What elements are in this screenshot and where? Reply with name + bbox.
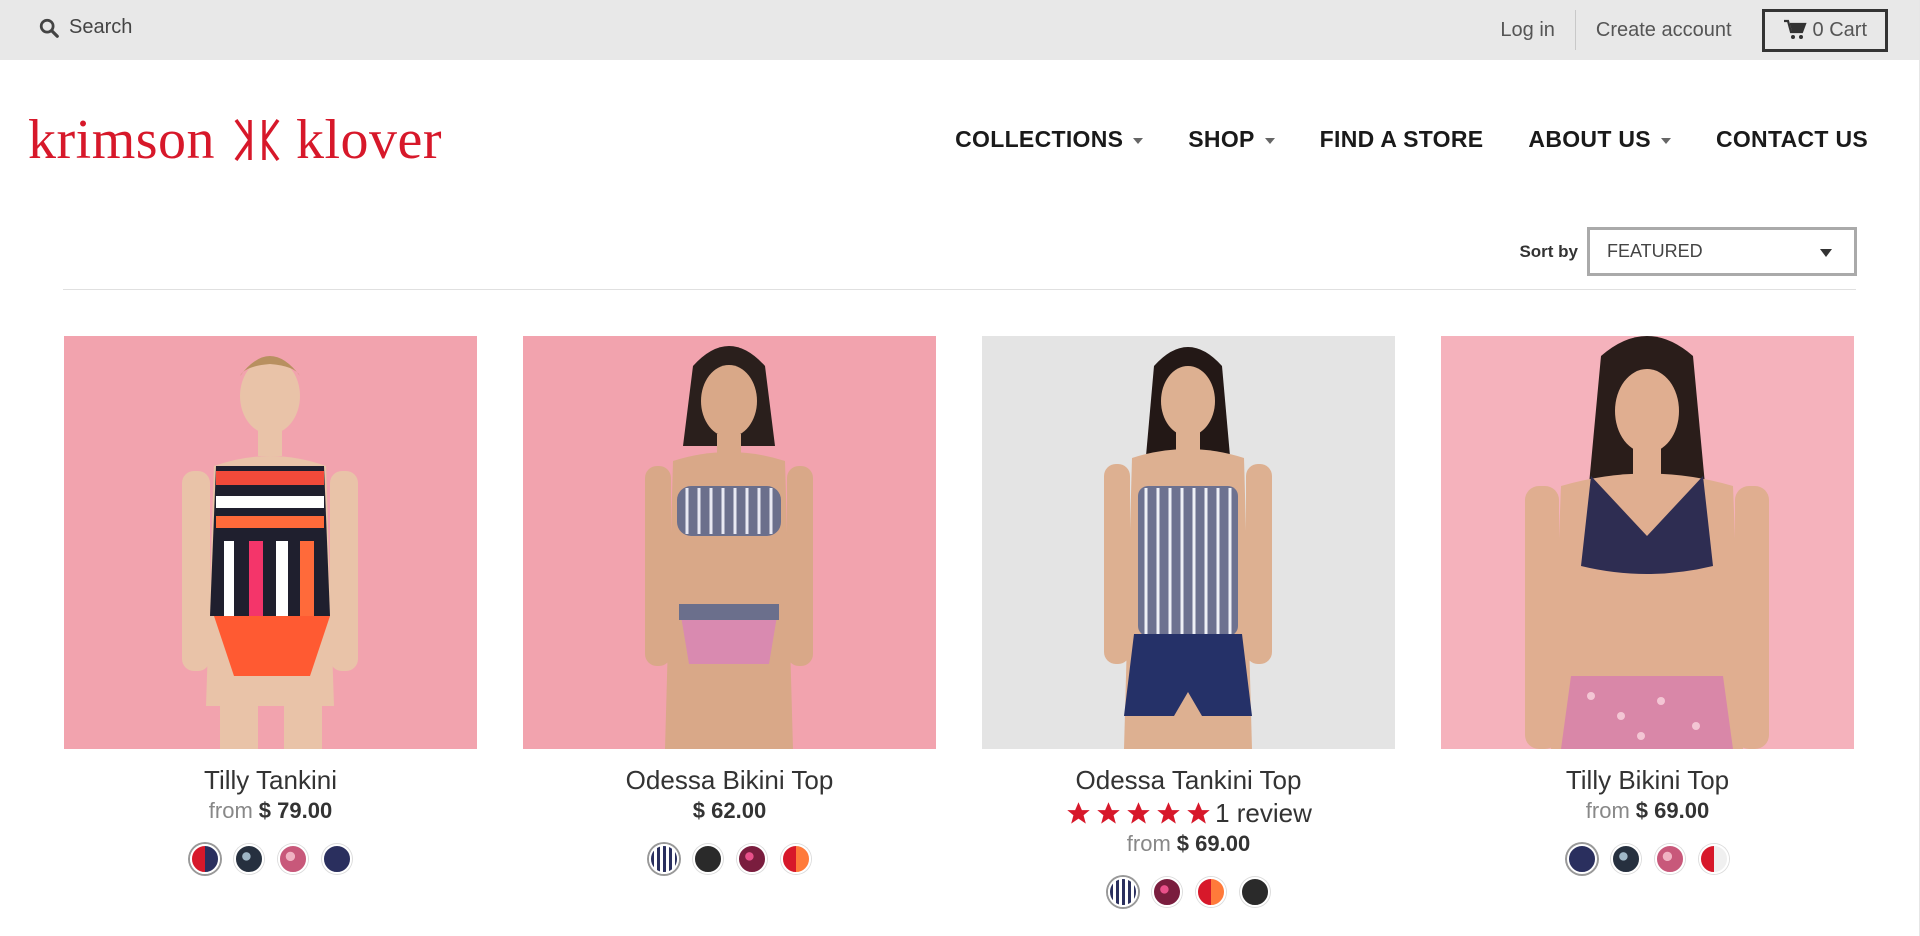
search-link[interactable]: Search bbox=[38, 16, 132, 39]
svg-text:krimson: krimson bbox=[28, 110, 215, 170]
product-price: $ 62.00 bbox=[523, 798, 936, 824]
price-prefix: from bbox=[1126, 831, 1171, 856]
cart-icon bbox=[1783, 19, 1807, 39]
swatch-navy-stripe[interactable] bbox=[648, 844, 679, 874]
swatch-black[interactable] bbox=[1239, 877, 1270, 907]
star-rating[interactable]: 1 review bbox=[982, 798, 1395, 829]
search-label: Search bbox=[69, 16, 133, 38]
create-account-link[interactable]: Create account bbox=[1576, 19, 1752, 42]
caret-down-icon bbox=[1264, 137, 1275, 144]
swatch-red-stripe[interactable] bbox=[1698, 844, 1729, 874]
product-card[interactable]: Tilly Bikini Top from $ 69.00 bbox=[1441, 336, 1854, 874]
product-card[interactable]: Tilly Tankini from $ 79.00 bbox=[64, 336, 477, 874]
dropdown-arrow-icon bbox=[1820, 249, 1832, 257]
swatch-navy-stripe[interactable] bbox=[1107, 877, 1138, 907]
search-icon bbox=[39, 18, 59, 38]
swatch-pink-floral[interactable] bbox=[277, 844, 308, 874]
swatch-navy[interactable] bbox=[321, 844, 352, 874]
nav-label: SHOP bbox=[1188, 126, 1255, 152]
nav-contact-us[interactable]: CONTACT US bbox=[1716, 126, 1868, 153]
login-link[interactable]: Log in bbox=[1480, 19, 1575, 42]
price-value: $ 79.00 bbox=[258, 798, 333, 823]
star-icon bbox=[1097, 802, 1120, 824]
star-icon bbox=[1157, 802, 1180, 824]
product-card[interactable]: Odessa Tankini Top 1 review from $ 69.00 bbox=[982, 336, 1395, 907]
nav-shop[interactable]: SHOP bbox=[1188, 126, 1275, 153]
product-title[interactable]: Tilly Bikini Top bbox=[1441, 765, 1854, 796]
product-card[interactable]: Odessa Bikini Top $ 62.00 bbox=[523, 336, 936, 874]
sort-value: FEATURED bbox=[1607, 241, 1703, 261]
color-swatches bbox=[64, 844, 477, 874]
color-swatches bbox=[982, 877, 1395, 907]
cart-label: 0 Cart bbox=[1812, 18, 1867, 41]
main-nav: COLLECTIONS SHOP FIND A STORE ABOUT US C… bbox=[910, 126, 1868, 153]
product-title[interactable]: Tilly Tankini bbox=[64, 765, 477, 796]
swatch-red-stripe[interactable] bbox=[189, 844, 220, 874]
divider bbox=[63, 289, 1856, 290]
price-prefix: from bbox=[1585, 798, 1630, 823]
product-price: from $ 79.00 bbox=[64, 798, 477, 824]
nav-label: ABOUT US bbox=[1528, 126, 1651, 152]
svg-text:klover: klover bbox=[296, 110, 442, 170]
price-prefix: from bbox=[208, 798, 253, 823]
sort-control: Sort by FEATURED bbox=[1519, 227, 1857, 276]
swatch-black[interactable] bbox=[692, 844, 723, 874]
cart-button[interactable]: 0 Cart bbox=[1761, 8, 1888, 52]
product-image[interactable] bbox=[64, 336, 477, 749]
product-image[interactable] bbox=[523, 336, 936, 749]
price-value: $ 62.00 bbox=[692, 798, 767, 823]
star-icon bbox=[1127, 802, 1150, 824]
nav-about-us[interactable]: ABOUT US bbox=[1528, 126, 1671, 153]
price-value: $ 69.00 bbox=[1635, 798, 1710, 823]
star-icon bbox=[1187, 802, 1210, 824]
color-swatches bbox=[1441, 844, 1854, 874]
swatch-magenta-floral[interactable] bbox=[1151, 877, 1182, 907]
swatch-navy-floral[interactable] bbox=[1610, 844, 1641, 874]
nav-find-a-store[interactable]: FIND A STORE bbox=[1320, 126, 1484, 153]
brand-logo[interactable]: krimson klover bbox=[28, 109, 458, 171]
caret-down-icon bbox=[1133, 137, 1144, 144]
swatch-magenta-floral[interactable] bbox=[736, 844, 767, 874]
product-title[interactable]: Odessa Tankini Top bbox=[982, 765, 1395, 796]
utility-bar: Search Log in Create account 0 Cart bbox=[0, 0, 1920, 60]
product-title[interactable]: Odessa Bikini Top bbox=[523, 765, 936, 796]
nav-label: COLLECTIONS bbox=[955, 126, 1124, 152]
product-image[interactable] bbox=[1441, 336, 1854, 749]
nav-label: FIND A STORE bbox=[1319, 126, 1484, 152]
swatch-navy[interactable] bbox=[1566, 844, 1597, 874]
color-swatches bbox=[523, 844, 936, 874]
swatch-navy-floral[interactable] bbox=[233, 844, 264, 874]
swatch-red-stripe[interactable] bbox=[780, 844, 811, 874]
nav-collections[interactable]: COLLECTIONS bbox=[955, 126, 1144, 153]
swatch-red-stripe[interactable] bbox=[1195, 877, 1226, 907]
nav-label: CONTACT US bbox=[1715, 126, 1868, 152]
product-price: from $ 69.00 bbox=[1441, 798, 1854, 824]
swatch-pink-floral[interactable] bbox=[1654, 844, 1685, 874]
review-count[interactable]: 1 review bbox=[1215, 798, 1312, 829]
caret-down-icon bbox=[1660, 137, 1671, 144]
product-price: from $ 69.00 bbox=[982, 831, 1395, 857]
product-image[interactable] bbox=[982, 336, 1395, 749]
price-value: $ 69.00 bbox=[1176, 831, 1251, 856]
sort-label: Sort by bbox=[1519, 241, 1578, 261]
star-icon bbox=[1067, 802, 1090, 824]
sort-select[interactable]: FEATURED bbox=[1587, 227, 1857, 276]
